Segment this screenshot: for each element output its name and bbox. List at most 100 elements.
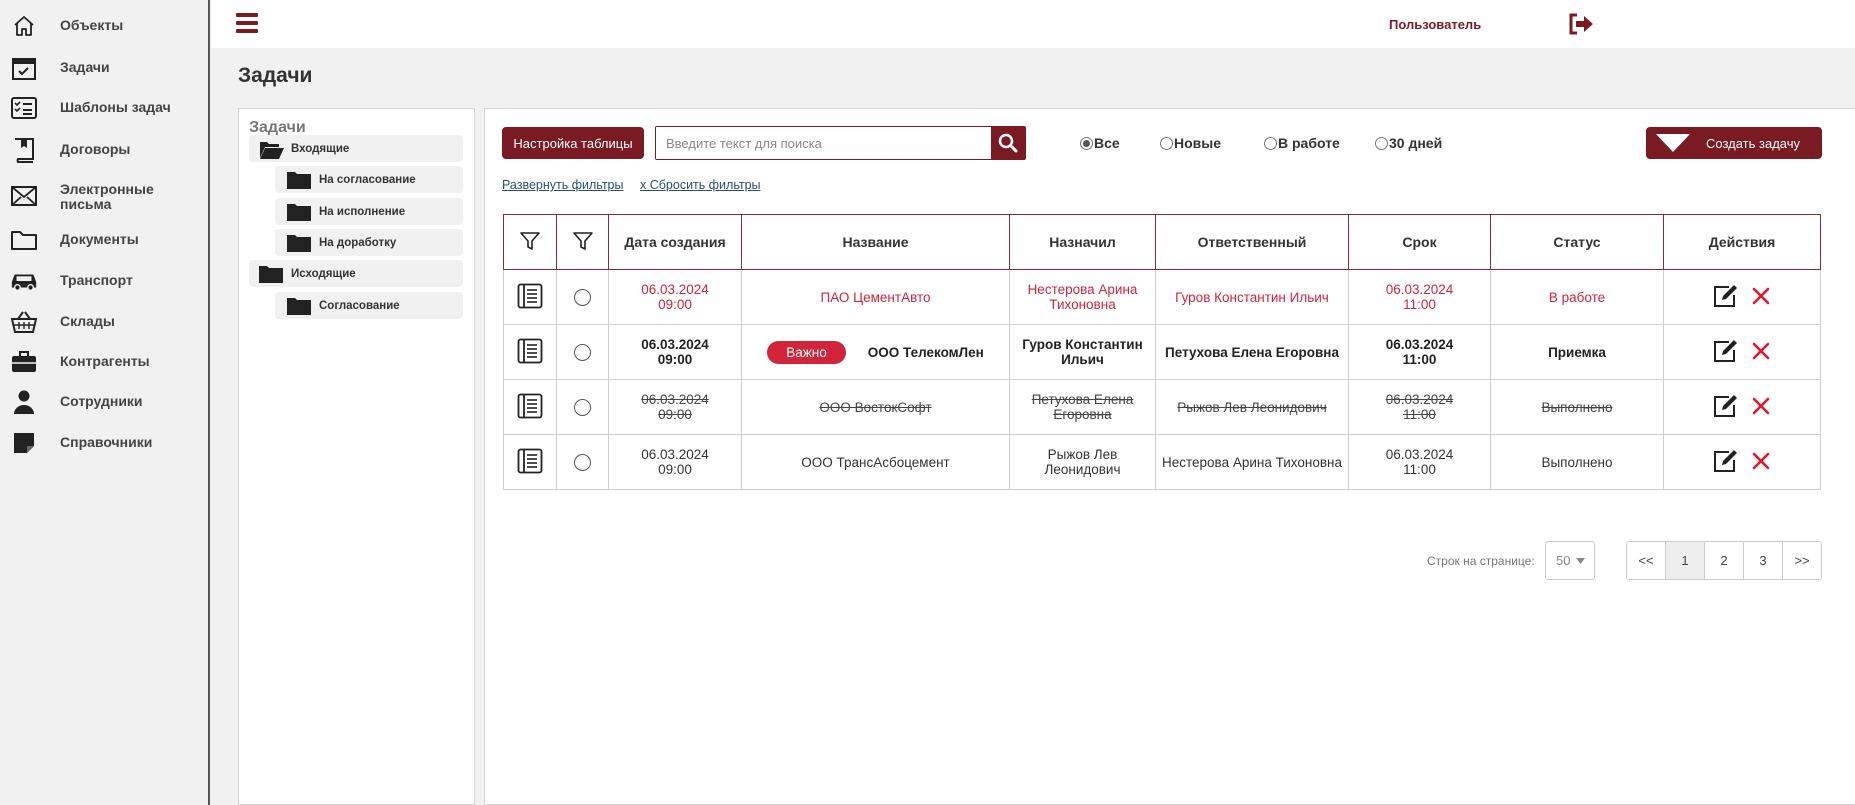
rows-per-page-select[interactable]: 50	[1545, 541, 1595, 580]
assigned-by-line: Петухова Елена	[1031, 392, 1134, 407]
edit-icon[interactable]	[1713, 339, 1739, 366]
due-time: 11:00	[1403, 407, 1436, 422]
filter-column-header[interactable]	[503, 214, 557, 270]
tree-item[interactable]: Входящие	[249, 135, 463, 162]
filter-radio[interactable]: Новые	[1160, 135, 1221, 151]
header-assigned-by[interactable]: Назначил	[1009, 214, 1156, 270]
page-number-button[interactable]: 1	[1665, 541, 1705, 580]
reset-filters-link[interactable]: x Сбросить фильтры	[640, 178, 761, 192]
filter-radio[interactable]: 30 дней	[1375, 135, 1442, 151]
expand-filters-link[interactable]: Развернуть фильтры	[502, 178, 624, 192]
radio-circle[interactable]	[1080, 136, 1093, 150]
document-list-icon[interactable]	[516, 393, 544, 421]
created-date: 06.03.2024	[641, 337, 709, 352]
status-cell: В работе	[1490, 269, 1664, 325]
filter-radio[interactable]: Все	[1080, 135, 1120, 151]
created-cell: 06.03.2024 09:00	[608, 434, 742, 490]
tree-item[interactable]: Согласование	[275, 292, 463, 319]
tree-item[interactable]: На исполнение	[275, 198, 463, 225]
sidebar-item[interactable]: Шаблоны задач	[0, 94, 208, 122]
sidebar-item[interactable]: Склады	[0, 308, 208, 336]
user-name[interactable]: Пользователь	[1389, 17, 1481, 32]
header-status[interactable]: Статус	[1490, 214, 1664, 270]
page-number-button[interactable]: 3	[1743, 541, 1783, 580]
table-row[interactable]: 06.03.2024 09:00 ООО ВостокСофт Петухова Ел…	[503, 379, 1821, 435]
table-row[interactable]: 06.03.2024 09:00 ООО ТрансАсбоцемент Рыжов …	[503, 434, 1821, 490]
tree-item[interactable]: На доработку	[275, 229, 463, 256]
rows-per-page-label: Строк на странице:	[1427, 554, 1535, 568]
sidebar-item[interactable]: Транспорт	[0, 267, 208, 295]
tree-item-label: На согласование	[319, 173, 416, 186]
edit-icon[interactable]	[1713, 284, 1739, 311]
sidebar-item[interactable]: Контрагенты	[0, 348, 208, 376]
sidebar-item[interactable]: Справочники	[0, 429, 208, 457]
create-task-button[interactable]: Создать задачу	[1646, 127, 1822, 159]
row-radio[interactable]	[574, 453, 591, 471]
radio-circle[interactable]	[1264, 136, 1277, 150]
due-cell: 06.03.2024 11:00	[1348, 269, 1491, 325]
folder-open-icon	[259, 140, 284, 159]
home-icon	[10, 12, 38, 40]
tree-item[interactable]: Исходящие	[249, 260, 463, 287]
folder-icon	[287, 297, 311, 315]
edit-icon[interactable]	[1713, 394, 1739, 421]
header-responsible[interactable]: Ответственный	[1155, 214, 1349, 270]
page-last-button[interactable]: >>	[1782, 541, 1822, 580]
delete-icon[interactable]	[1751, 396, 1771, 419]
select-cell	[556, 434, 609, 490]
car-icon	[10, 267, 38, 295]
delete-icon[interactable]	[1751, 341, 1771, 364]
row-radio[interactable]	[574, 288, 591, 306]
filter-radio[interactable]: В работе	[1264, 135, 1340, 151]
page-number-button[interactable]: 2	[1704, 541, 1744, 580]
sidebar-item[interactable]: Задачи	[0, 54, 208, 82]
filter-icon[interactable]	[519, 230, 541, 252]
sidebar-item[interactable]: Документы	[0, 226, 208, 254]
filter-column-header[interactable]	[556, 214, 609, 270]
logout-icon[interactable]	[1567, 12, 1595, 36]
sidebar-item[interactable]: Электронные письма	[0, 182, 208, 212]
table-settings-button[interactable]: Настройка таблицы	[502, 127, 644, 159]
search-input[interactable]	[656, 127, 991, 159]
menu-icon[interactable]	[236, 13, 258, 33]
header-name[interactable]: Название	[741, 214, 1010, 270]
page-first-button[interactable]: <<	[1626, 541, 1666, 580]
pagination: << 1 2 3 >>	[1626, 541, 1822, 580]
sidebar-item[interactable]: Объекты	[0, 12, 208, 40]
sidebar-item[interactable]: Сотрудники	[0, 388, 208, 416]
header-due[interactable]: Срок	[1348, 214, 1491, 270]
due-cell: 06.03.2024 11:00	[1348, 379, 1491, 435]
document-list-icon[interactable]	[516, 448, 544, 476]
delete-icon[interactable]	[1751, 451, 1771, 474]
actions-cell	[1663, 379, 1821, 435]
actions-cell	[1663, 324, 1821, 380]
assigned-by-line: Тихоновна	[1049, 297, 1116, 312]
edit-icon[interactable]	[1713, 449, 1739, 476]
delete-icon[interactable]	[1751, 286, 1771, 309]
due-date: 06.03.2024	[1385, 282, 1454, 297]
row-radio[interactable]	[574, 398, 591, 416]
tree-item[interactable]: На согласование	[275, 166, 463, 193]
document-list-icon[interactable]	[516, 338, 544, 366]
table-row[interactable]: 06.03.2024 09:00 ПАО ЦементАвто Нестерова А…	[503, 269, 1821, 325]
open-cell	[503, 434, 557, 490]
search-button[interactable]	[991, 127, 1025, 159]
chevron-down-icon	[1576, 557, 1586, 564]
sidebar-item-label: Контрагенты	[60, 353, 150, 369]
table-row[interactable]: 06.03.2024 09:00 Важно ООО ТелекомЛен Гуров …	[503, 324, 1821, 380]
filter-icon[interactable]	[572, 230, 594, 252]
header-created[interactable]: Дата создания	[608, 214, 742, 270]
radio-circle[interactable]	[1375, 136, 1388, 150]
due-date: 06.03.2024	[1385, 447, 1454, 462]
radio-circle[interactable]	[1160, 136, 1173, 150]
document-list-icon[interactable]	[516, 283, 544, 311]
created-date: 06.03.2024	[641, 447, 709, 462]
sidebar-item[interactable]: Договоры	[0, 136, 208, 164]
row-radio[interactable]	[574, 343, 591, 361]
status: В работе	[1548, 289, 1606, 305]
rows-per-page-value: 50	[1556, 553, 1571, 568]
sticky-note-icon	[10, 429, 38, 457]
due-date: 06.03.2024	[1385, 392, 1454, 407]
assigned-by-cell: Гуров Константин Ильич	[1009, 324, 1156, 380]
checklist-icon	[10, 94, 38, 122]
